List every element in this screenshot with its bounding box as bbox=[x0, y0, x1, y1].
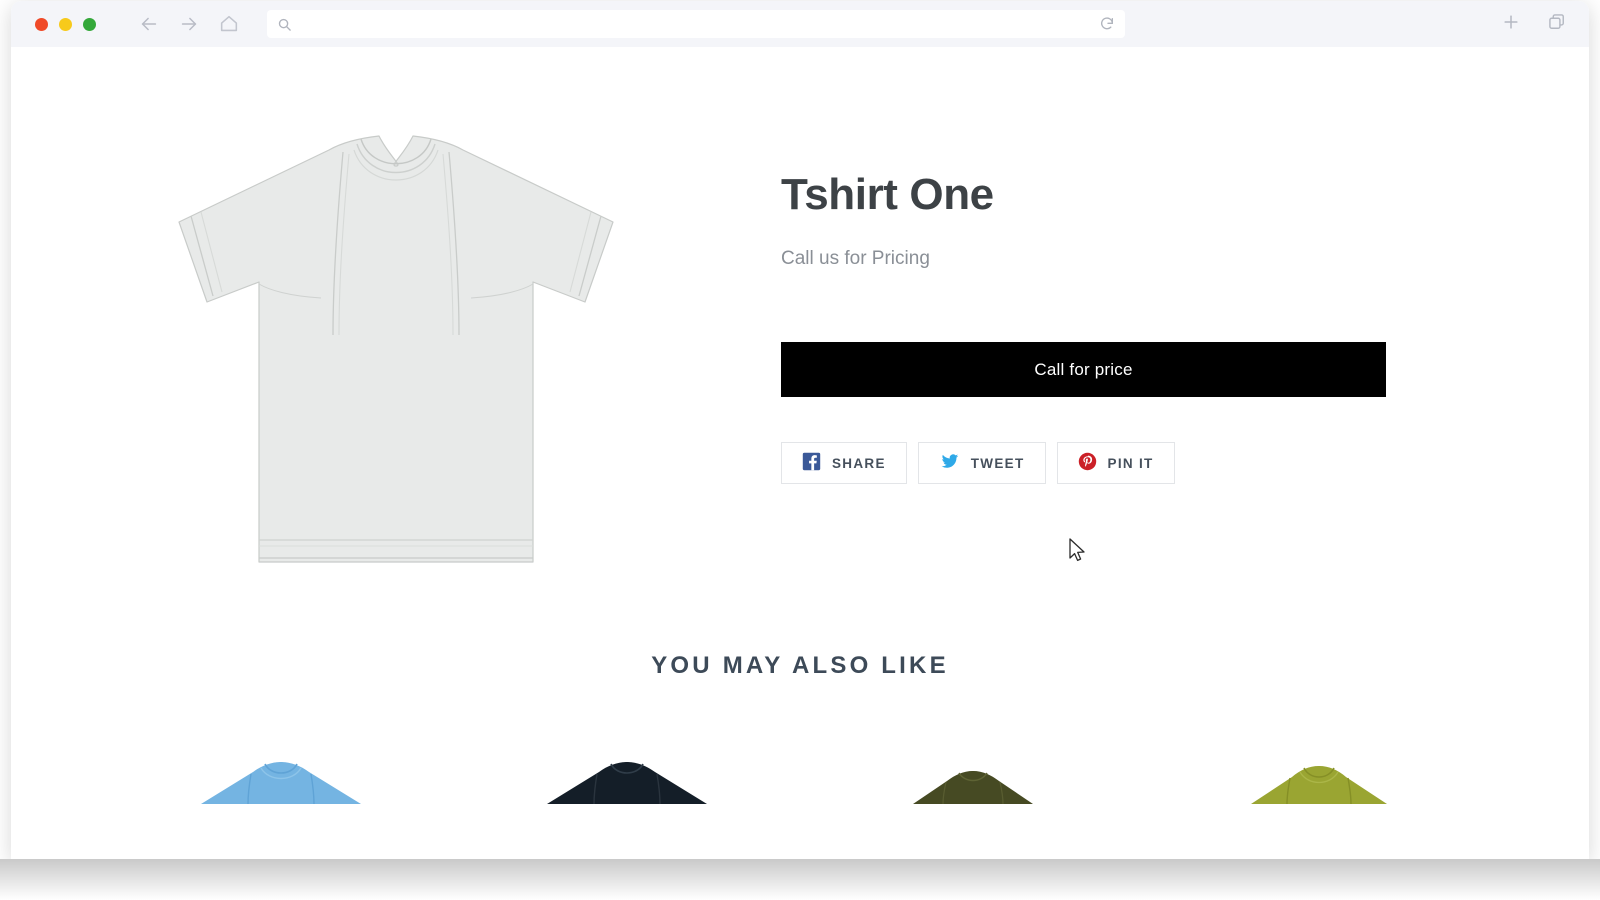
twitter-icon bbox=[939, 452, 960, 474]
related-products-section: YOU MAY ALSO LIKE bbox=[11, 652, 1589, 812]
home-icon[interactable] bbox=[218, 13, 240, 35]
social-share-row: SHARE TWEET PIN IT bbox=[781, 442, 1439, 485]
toolbar-right-controls bbox=[1501, 1, 1567, 47]
pinterest-icon bbox=[1078, 452, 1097, 474]
related-products-grid bbox=[11, 680, 1589, 812]
share-pinterest-label: PIN IT bbox=[1107, 455, 1154, 471]
browser-toolbar bbox=[11, 1, 1589, 47]
screen: Tshirt One Call us for Pricing Call for … bbox=[0, 0, 1600, 900]
navigation-controls bbox=[138, 13, 240, 35]
related-product-1[interactable] bbox=[161, 742, 401, 812]
tshirt-dark-olive-image bbox=[913, 771, 1033, 805]
product-image[interactable] bbox=[161, 130, 631, 590]
address-input[interactable] bbox=[300, 17, 1099, 31]
tshirt-navy-black-image bbox=[547, 762, 707, 805]
tshirt-light-blue-image bbox=[201, 762, 361, 805]
tshirt-olive-green-image bbox=[1251, 766, 1387, 805]
forward-arrow-icon[interactable] bbox=[178, 13, 200, 35]
facebook-icon bbox=[802, 452, 821, 474]
close-window-button[interactable] bbox=[35, 17, 48, 31]
minimize-window-button[interactable] bbox=[59, 17, 72, 31]
back-arrow-icon[interactable] bbox=[138, 13, 160, 35]
related-product-2[interactable] bbox=[507, 742, 747, 812]
share-facebook-button[interactable]: SHARE bbox=[781, 442, 907, 485]
page-title: Tshirt One bbox=[781, 170, 994, 219]
product-section: Tshirt One Call us for Pricing Call for … bbox=[11, 47, 1589, 590]
browser-window: Tshirt One Call us for Pricing Call for … bbox=[11, 1, 1589, 859]
page-content: Tshirt One Call us for Pricing Call for … bbox=[11, 47, 1589, 859]
related-heading: YOU MAY ALSO LIKE bbox=[651, 652, 949, 679]
share-twitter-label: TWEET bbox=[970, 455, 1025, 471]
related-product-3[interactable] bbox=[853, 742, 1093, 812]
share-twitter-button[interactable]: TWEET bbox=[917, 442, 1046, 485]
maximize-window-button[interactable] bbox=[83, 17, 96, 31]
plus-icon[interactable] bbox=[1501, 12, 1521, 37]
share-pinterest-button[interactable]: PIN IT bbox=[1056, 442, 1175, 485]
product-details: Tshirt One Call us for Pricing Call for … bbox=[781, 102, 1589, 590]
call-for-price-button[interactable]: Call for price bbox=[781, 342, 1386, 398]
product-price: Call us for Pricing bbox=[781, 248, 930, 270]
share-facebook-label: SHARE bbox=[832, 455, 886, 471]
product-gallery bbox=[11, 102, 781, 590]
window-controls bbox=[35, 17, 96, 31]
copy-tabs-icon[interactable] bbox=[1547, 12, 1567, 37]
search-icon bbox=[277, 17, 292, 32]
address-bar[interactable] bbox=[267, 10, 1125, 38]
related-product-4[interactable] bbox=[1199, 742, 1439, 812]
reload-icon[interactable] bbox=[1099, 16, 1115, 32]
window-bottom-shadow bbox=[0, 859, 1600, 900]
